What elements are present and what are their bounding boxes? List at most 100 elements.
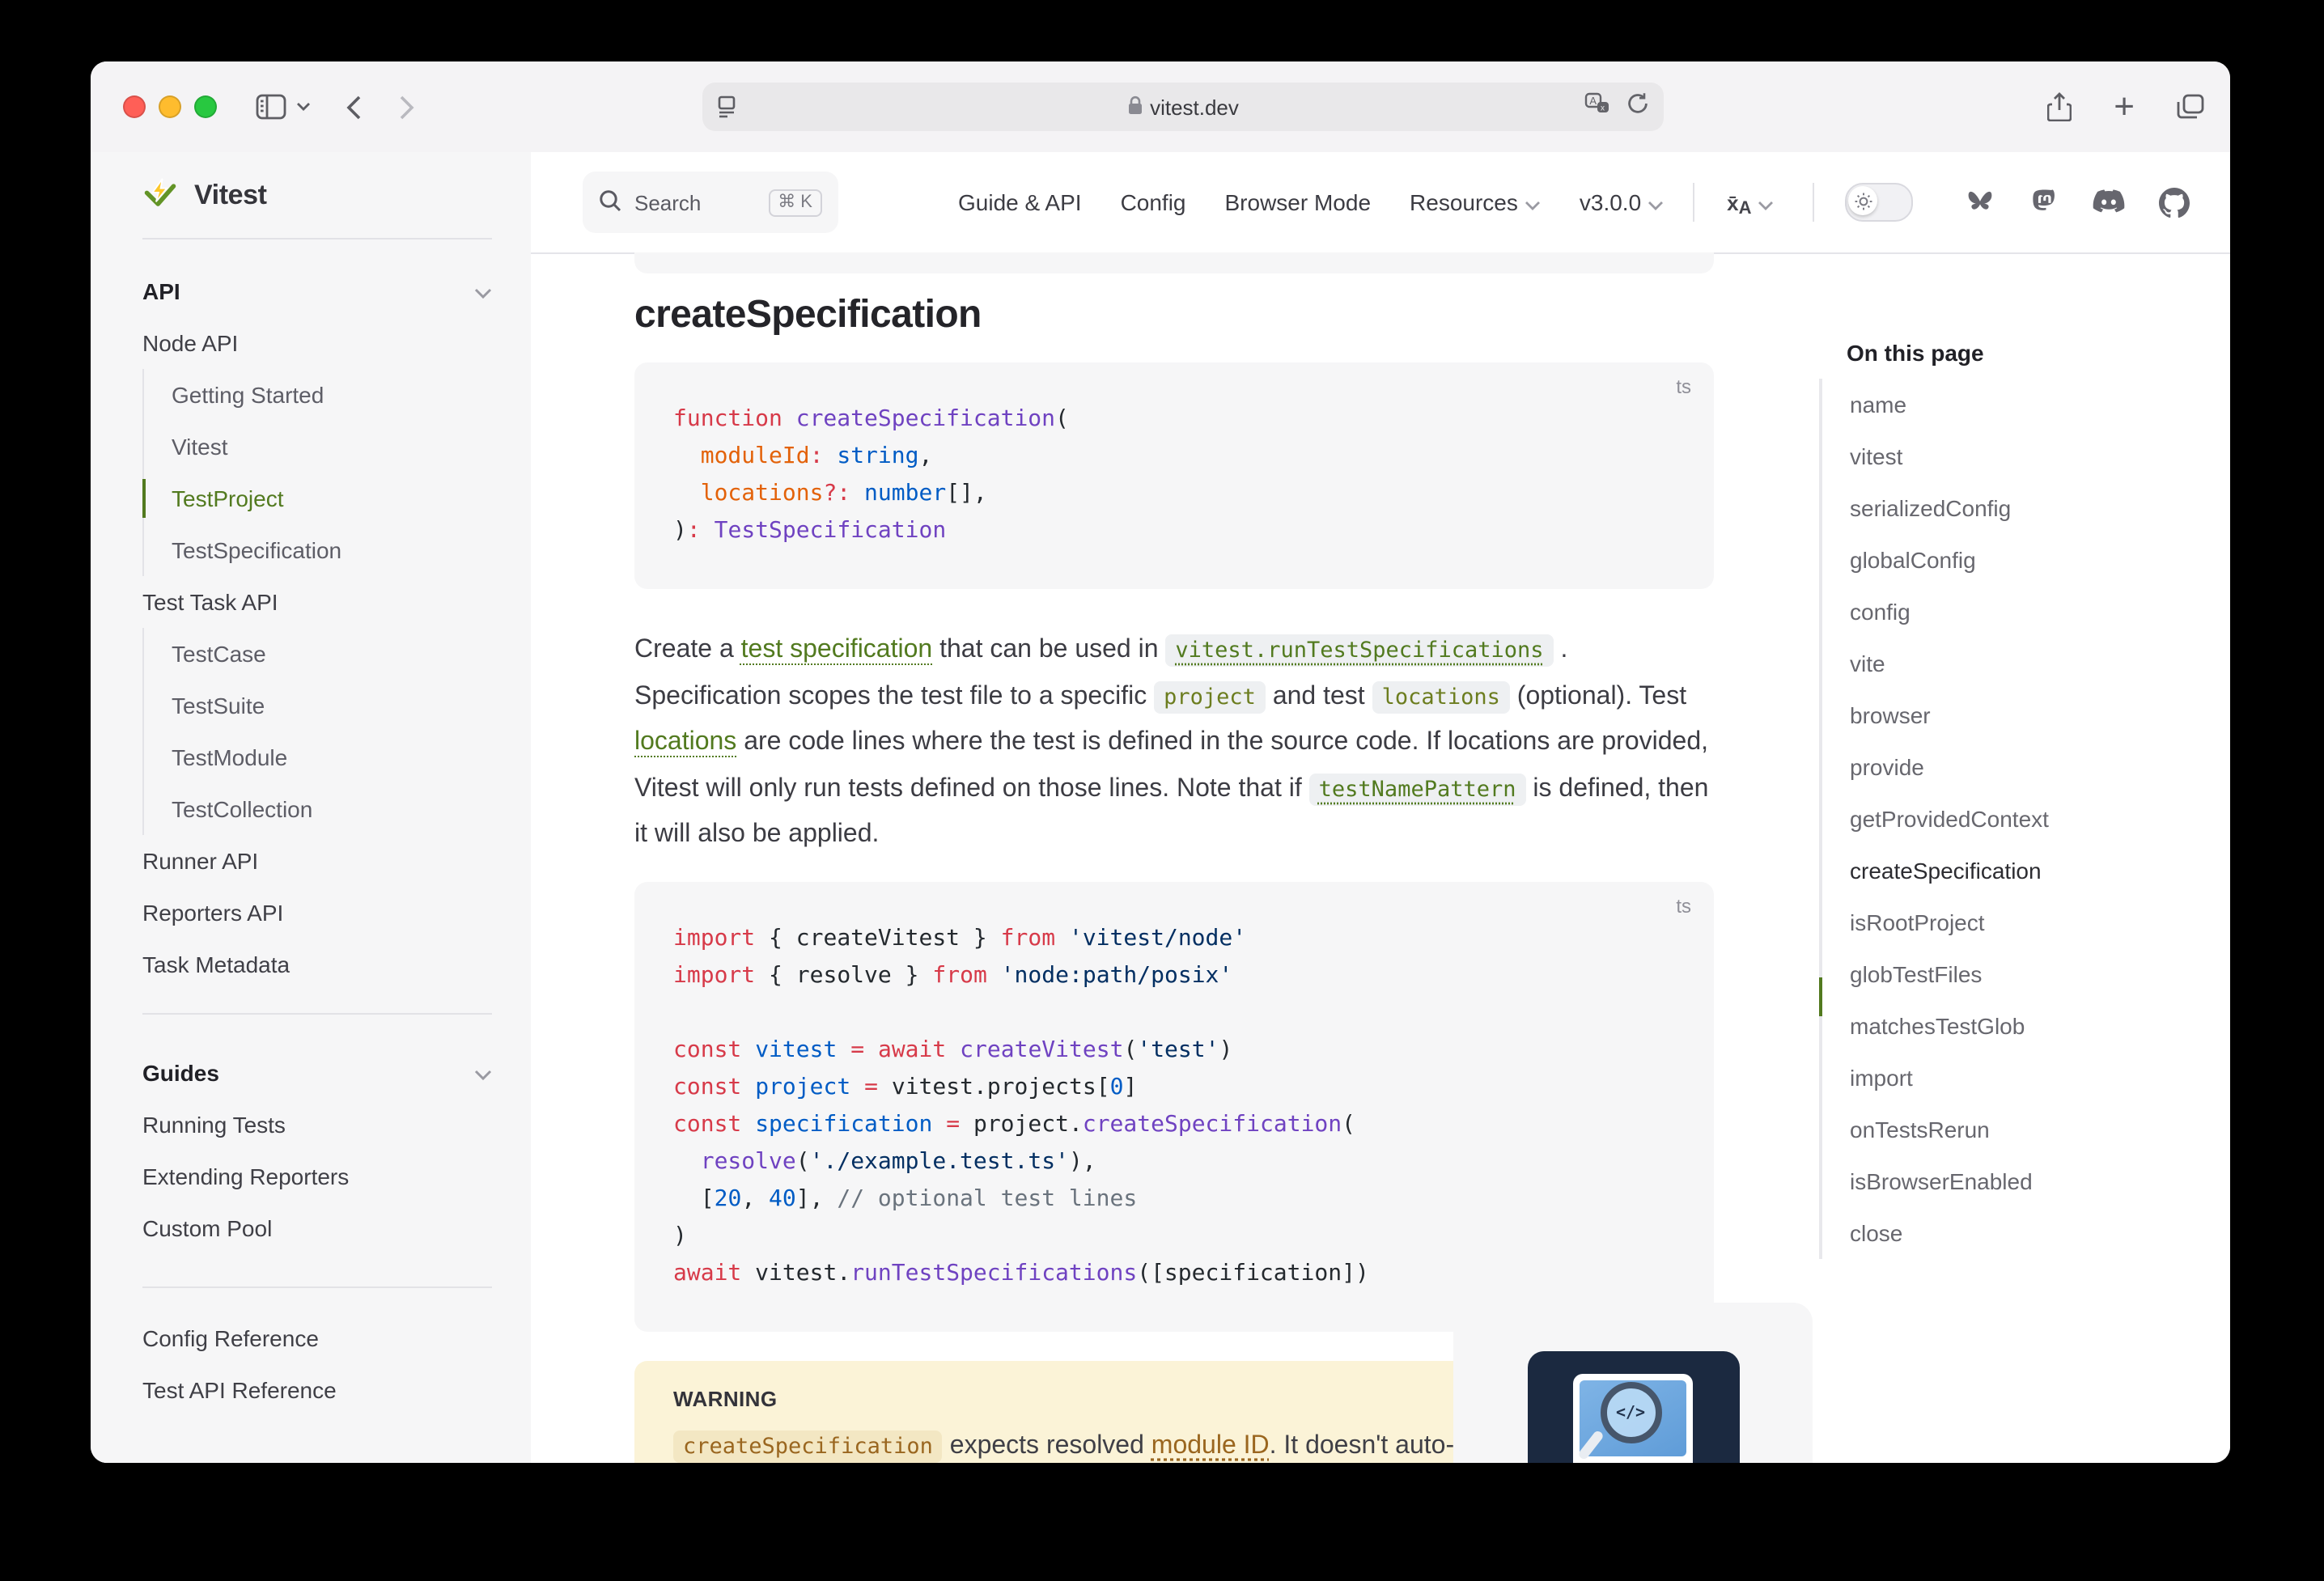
minimize-window-button[interactable] bbox=[159, 95, 181, 118]
sidebar-item-testsuite[interactable]: TestSuite bbox=[144, 680, 531, 731]
sidebar-item-running-tests[interactable]: Running Tests bbox=[91, 1099, 531, 1151]
toc-item-import[interactable]: import bbox=[1822, 1052, 2182, 1104]
link-test-specification[interactable]: test specification bbox=[741, 636, 933, 663]
doc-column: createSpecification ts function createSp… bbox=[634, 252, 1714, 1463]
toc-item-getprovidedcontext[interactable]: getProvidedContext bbox=[1822, 793, 2182, 845]
lock-icon bbox=[1127, 95, 1142, 119]
nav-guide-api[interactable]: Guide & API bbox=[958, 189, 1082, 215]
code-lang-badge: ts bbox=[1676, 894, 1691, 917]
sidebar-item-config-reference[interactable]: Config Reference bbox=[91, 1312, 531, 1364]
nav-config[interactable]: Config bbox=[1121, 189, 1186, 215]
toc-item-serializedconfig[interactable]: serializedConfig bbox=[1822, 482, 2182, 534]
magnifier-code-icon: </> bbox=[1600, 1382, 1661, 1443]
back-button[interactable] bbox=[346, 95, 361, 119]
theme-toggle[interactable] bbox=[1846, 183, 1914, 222]
sidebar-item-testproject[interactable]: TestProject bbox=[144, 473, 531, 524]
divider bbox=[1813, 183, 1815, 222]
sidebar-item-task-metadata[interactable]: Task Metadata bbox=[91, 939, 531, 990]
sidebar-item-test-api-reference[interactable]: Test API Reference bbox=[91, 1364, 531, 1416]
sidebar-section-guides[interactable]: Guides bbox=[91, 1047, 531, 1099]
translate-icon[interactable]: A x bbox=[1584, 91, 1610, 122]
nav-version[interactable]: v3.0.0 bbox=[1580, 189, 1664, 215]
sidebar-menu-chevron-icon[interactable] bbox=[296, 102, 311, 112]
link-locations[interactable]: locations bbox=[634, 728, 736, 756]
search-input[interactable]: Search ⌘ K bbox=[583, 172, 838, 233]
toc-item-isrootproject[interactable]: isRootProject bbox=[1822, 896, 2182, 948]
svg-text:x: x bbox=[1601, 103, 1605, 112]
sidebar-item-custom-pool[interactable]: Custom Pool bbox=[91, 1202, 531, 1254]
sidebar-item-vitest[interactable]: Vitest bbox=[144, 421, 531, 473]
toc-item-globalconfig[interactable]: globalConfig bbox=[1822, 534, 2182, 586]
inline-code-createspecification: createSpecification bbox=[673, 1430, 943, 1462]
link-module-id[interactable]: module ID bbox=[1151, 1431, 1270, 1459]
ad-card[interactable]: </> bbox=[1453, 1303, 1813, 1463]
toc-item-isbrowserenabled[interactable]: isBrowserEnabled bbox=[1822, 1155, 2182, 1207]
address-bar[interactable]: vitest.dev A x bbox=[702, 83, 1664, 131]
ad-illustration: </> bbox=[1527, 1351, 1739, 1463]
mastodon-icon[interactable] bbox=[2030, 187, 2059, 218]
toc-item-createspecification[interactable]: createSpecification bbox=[1822, 845, 2182, 896]
toc-item-close[interactable]: close bbox=[1822, 1207, 2182, 1259]
sidebar-item-test-task-api[interactable]: Test Task API bbox=[91, 576, 531, 628]
chevron-down-icon bbox=[474, 265, 492, 317]
toc-title: On this page bbox=[1819, 337, 2182, 369]
sidebar-item-getting-started[interactable]: Getting Started bbox=[144, 369, 531, 421]
toc-item-vitest[interactable]: vitest bbox=[1822, 430, 2182, 482]
toc-item-matchestestglob[interactable]: matchesTestGlob bbox=[1822, 1000, 2182, 1052]
toc-item-provide[interactable]: provide bbox=[1822, 741, 2182, 793]
code-lang-badge: ts bbox=[1676, 375, 1691, 398]
toc-item-name[interactable]: name bbox=[1822, 379, 2182, 430]
toc-item-globtestfiles[interactable]: globTestFiles bbox=[1822, 948, 2182, 1000]
svg-text:A: A bbox=[1589, 94, 1597, 106]
sidebar-item-extending-reporters[interactable]: Extending Reporters bbox=[91, 1151, 531, 1202]
share-icon[interactable] bbox=[2047, 92, 2072, 121]
reload-icon[interactable] bbox=[1626, 91, 1649, 122]
browser-toolbar: vitest.dev A x bbox=[91, 61, 2230, 154]
sidebar-section-api[interactable]: API bbox=[91, 265, 531, 317]
link-runtestspecifications[interactable]: vitest.runTestSpecifications bbox=[1165, 634, 1553, 667]
screen: vitest.dev A x bbox=[0, 0, 2324, 1581]
sidebar-item-testcollection[interactable]: TestCollection bbox=[144, 783, 531, 835]
new-tab-button[interactable]: + bbox=[2114, 89, 2135, 125]
page-title: createSpecification bbox=[634, 290, 1714, 341]
nav-resources[interactable]: Resources bbox=[1410, 189, 1541, 215]
toc-active-marker bbox=[1819, 977, 1822, 1016]
sidebar-toggle-icon[interactable] bbox=[256, 94, 286, 120]
sidebar-item-runner-api[interactable]: Runner API bbox=[91, 835, 531, 887]
traffic-lights bbox=[123, 95, 217, 118]
toc-item-ontestsrerun[interactable]: onTestsRerun bbox=[1822, 1104, 2182, 1155]
vitest-logo-icon bbox=[142, 177, 178, 213]
inline-code-locations: locations bbox=[1372, 680, 1510, 713]
sidebar-group-node-api: Getting Started Vitest TestProject TestS… bbox=[142, 369, 531, 576]
sidebar-item-reporters-api[interactable]: Reporters API bbox=[91, 887, 531, 939]
github-icon[interactable] bbox=[2160, 187, 2190, 218]
sidebar-item-testspecification[interactable]: TestSpecification bbox=[144, 524, 531, 576]
sidebar-item-node-api[interactable]: Node API bbox=[91, 317, 531, 369]
nav-browser-mode[interactable]: Browser Mode bbox=[1225, 189, 1372, 215]
vitest-logo[interactable]: Vitest bbox=[91, 152, 531, 238]
toc-item-vite[interactable]: vite bbox=[1822, 638, 2182, 689]
discord-icon[interactable] bbox=[2093, 189, 2126, 215]
toc-item-config[interactable]: config bbox=[1822, 586, 2182, 638]
sidebar-item-testmodule[interactable]: TestModule bbox=[144, 731, 531, 783]
forward-button[interactable] bbox=[400, 95, 414, 119]
toc-item-browser[interactable]: browser bbox=[1822, 689, 2182, 741]
divider bbox=[1693, 183, 1694, 222]
zoom-window-button[interactable] bbox=[194, 95, 217, 118]
search-icon bbox=[599, 189, 621, 216]
close-window-button[interactable] bbox=[123, 95, 146, 118]
sidebar-item-testcase[interactable]: TestCase bbox=[144, 628, 531, 680]
chevron-down-icon bbox=[474, 1047, 492, 1099]
bluesky-icon[interactable] bbox=[1966, 189, 1996, 216]
sidebar-group-test-task-api: TestCase TestSuite TestModule TestCollec… bbox=[142, 628, 531, 835]
intro-paragraph: Create a test specification that can be … bbox=[634, 628, 1714, 858]
content-area: Search ⌘ K Guide & API Config Browser Mo… bbox=[531, 152, 2230, 1463]
chevron-down-icon bbox=[1525, 189, 1541, 215]
monitor-graphic: </> bbox=[1572, 1374, 1692, 1463]
doc-main: createSpecification ts function createSp… bbox=[531, 252, 2230, 1463]
language-selector[interactable]: x̄A bbox=[1727, 189, 1774, 215]
tab-overview-icon[interactable] bbox=[2177, 94, 2204, 120]
link-testnamepattern[interactable]: testNamePattern bbox=[1309, 773, 1526, 805]
sidebar-nav: API Node API Getting Started Vitest Test… bbox=[91, 239, 531, 1416]
previous-code-block-partial bbox=[634, 252, 1714, 273]
